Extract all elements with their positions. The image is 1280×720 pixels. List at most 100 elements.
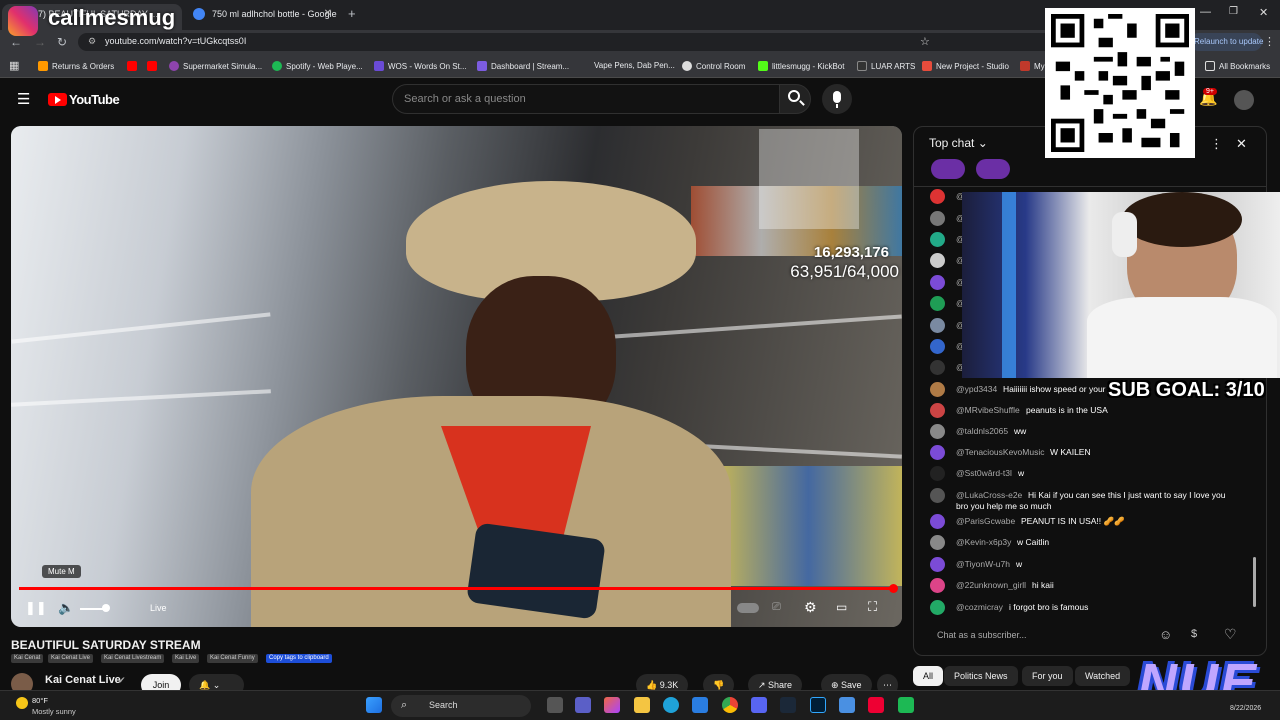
chat-avatar[interactable]: [930, 275, 945, 290]
chat-avatar[interactable]: [930, 189, 945, 204]
browser-menu-icon[interactable]: ⋮: [1264, 35, 1275, 48]
volume-icon[interactable]: 🔈: [58, 600, 74, 616]
all-bookmarks[interactable]: All Bookmarks: [1205, 61, 1270, 71]
video-tag[interactable]: Kai Cenat Livestream: [101, 654, 165, 663]
chat-avatar[interactable]: [930, 339, 945, 354]
chat-scrollbar[interactable]: [1253, 557, 1256, 607]
minimize-icon[interactable]: —: [1200, 6, 1211, 18]
teams-icon[interactable]: [575, 697, 591, 713]
chat-avatar[interactable]: [930, 578, 945, 593]
relaunch-button[interactable]: Relaunch to update: [1190, 33, 1263, 51]
chat-avatar[interactable]: [930, 232, 945, 247]
pause-icon[interactable]: ❚❚: [25, 600, 47, 616]
fullscreen-icon[interactable]: ⛶: [868, 599, 877, 615]
notepad-icon[interactable]: [839, 697, 855, 713]
chat-avatar[interactable]: [930, 211, 945, 226]
search-button[interactable]: [779, 84, 811, 114]
user-avatar[interactable]: [1234, 90, 1254, 110]
gift-membership-badge[interactable]: [976, 159, 1010, 179]
youtube-bookmark-1[interactable]: [127, 61, 141, 71]
photoshop-icon[interactable]: [810, 697, 826, 713]
chat-avatar[interactable]: [930, 296, 945, 311]
chat-menu-icon[interactable]: ⋮: [1210, 136, 1223, 152]
bookmark-vape[interactable]: Vape Pens, Dab Pen...: [594, 61, 675, 70]
video-tag[interactable]: Kai Cenat Funny: [207, 654, 258, 663]
green-app-icon[interactable]: [898, 697, 914, 713]
taskbar-search[interactable]: ⌕ Search: [391, 695, 531, 717]
super-chat-icon[interactable]: $: [1191, 628, 1197, 640]
chat-avatar[interactable]: [930, 466, 945, 481]
volume-knob[interactable]: [102, 604, 110, 612]
discord-icon[interactable]: [751, 697, 767, 713]
live-badge[interactable]: Live: [150, 603, 167, 613]
bookmark-my[interactable]: My: [1020, 61, 1045, 71]
video-tag[interactable]: Kai Cenat Live: [48, 654, 94, 663]
bookmark-wos[interactable]: WOS - Words On St...: [374, 61, 467, 71]
site-info-icon[interactable]: ⚙: [88, 36, 96, 47]
chat-author[interactable]: @cozmicray: [956, 602, 1003, 612]
bookmark-star-icon[interactable]: ☆: [920, 35, 930, 48]
reload-icon[interactable]: ↻: [57, 35, 67, 49]
bookmark-luar-arts[interactable]: LUAR ARTS: [857, 61, 915, 71]
progress-bar[interactable]: [19, 584, 898, 593]
chip-politics-news[interactable]: Politics News: [944, 666, 1018, 686]
forward-icon[interactable]: →: [34, 35, 46, 49]
chip-for-you[interactable]: For you: [1022, 666, 1073, 686]
chrome-icon[interactable]: [722, 697, 738, 713]
store-icon[interactable]: [692, 697, 708, 713]
close-tab-icon[interactable]: ✕: [324, 4, 332, 24]
apps-grid-icon[interactable]: ▦: [9, 59, 19, 72]
chat-avatar[interactable]: [930, 424, 945, 439]
close-window-icon[interactable]: ✕: [1259, 6, 1268, 19]
copilot-icon[interactable]: [604, 697, 620, 713]
chat-author[interactable]: @LukaCross-e2e: [956, 490, 1022, 500]
chat-avatar[interactable]: [930, 600, 945, 615]
close-chat-icon[interactable]: ✕: [1236, 136, 1247, 152]
chat-avatar[interactable]: [930, 535, 945, 550]
bookmark-dashboard[interactable]: Dashboard | Stream...: [477, 61, 569, 71]
chat-author[interactable]: @taldnls2065: [956, 426, 1008, 436]
chat-avatar[interactable]: [930, 445, 945, 460]
tab-google[interactable]: 750 ml adlhchol bottle - Google ✕: [184, 4, 340, 30]
autoplay-toggle[interactable]: [737, 603, 759, 613]
bookmark-spotify[interactable]: Spotify - Web Playe...: [272, 61, 363, 71]
chat-avatar[interactable]: [930, 360, 945, 375]
chat-input[interactable]: Chat as a subscriber...: [924, 623, 1224, 647]
chat-avatar[interactable]: [930, 403, 945, 418]
hamburger-menu-icon[interactable]: ☰: [17, 90, 30, 108]
chat-author[interactable]: @22unknown_girll: [956, 580, 1026, 590]
chat-avatar[interactable]: [930, 514, 945, 529]
back-icon[interactable]: ←: [10, 35, 22, 49]
chat-author[interactable]: @Sst0wârd-t3l: [956, 468, 1012, 478]
heart-icon[interactable]: ♡: [1224, 626, 1237, 643]
video-player[interactable]: 16,293,176 63,951/64,000: [11, 126, 902, 627]
chip-all[interactable]: All: [913, 666, 944, 686]
bookmark-new-project[interactable]: New Project - Studio: [922, 61, 1009, 71]
subtitles-icon[interactable]: ⎚: [772, 601, 781, 614]
chat-avatar[interactable]: [930, 318, 945, 333]
chat-avatar[interactable]: [930, 557, 945, 572]
chat-author[interactable]: @MRvibeShuffle: [956, 405, 1020, 415]
chat-author[interactable]: @ypd3434: [956, 384, 997, 394]
chat-avatar[interactable]: [930, 488, 945, 503]
task-view-icon[interactable]: [547, 697, 563, 713]
youtube-bookmark-2[interactable]: [147, 61, 161, 71]
top-chat-dropdown[interactable]: Top chat ⌄: [929, 136, 988, 150]
gift-membership-badge[interactable]: [931, 159, 965, 179]
scrubber-handle[interactable]: [889, 584, 898, 593]
bookmark-kickbot[interactable]: littlesmugg - KickBot: [758, 61, 844, 71]
bookmark-returns[interactable]: Returns & Orders: [38, 61, 114, 71]
chat-avatar[interactable]: [930, 253, 945, 268]
chat-author[interactable]: @TenaciousKevoMusic: [956, 447, 1044, 457]
emoji-icon[interactable]: ☺: [1159, 627, 1172, 642]
chat-author[interactable]: @ParisGcwabe: [956, 516, 1015, 526]
channel-name[interactable]: Kai Cenat Live: [45, 674, 121, 686]
settings-gear-icon[interactable]: ⚙: [804, 599, 817, 616]
chat-author[interactable]: @Kevin-x6p3y: [956, 537, 1011, 547]
bookmark-supermarket[interactable]: Supermarket Simula...: [169, 61, 262, 71]
bookmark-control-room[interactable]: Control Room: [682, 61, 745, 71]
edge-icon[interactable]: [663, 697, 679, 713]
video-tag[interactable]: Kai Live: [172, 654, 200, 663]
url-bar[interactable]: ⚙ youtube.com/watch?v=tUGkcqtss0I ☆: [78, 33, 1186, 51]
voice-search-button[interactable]: [822, 84, 852, 114]
